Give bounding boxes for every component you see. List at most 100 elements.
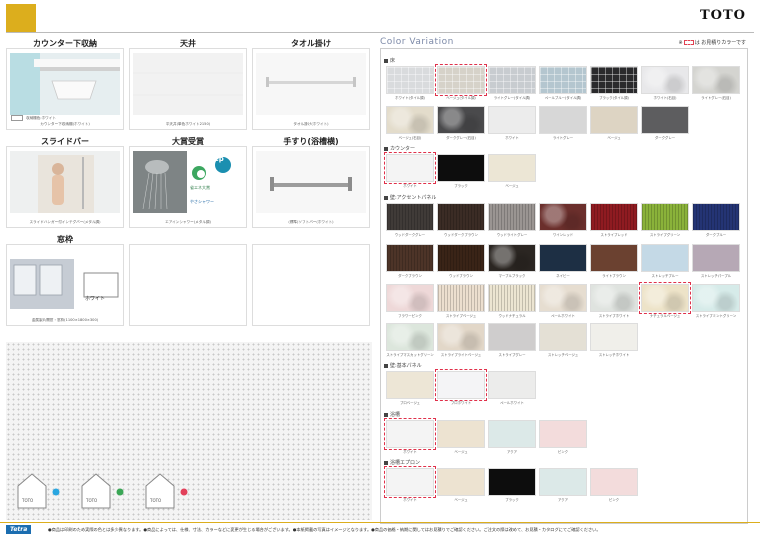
color-swatch[interactable]: ライトグレー(タイル調)	[488, 66, 536, 100]
product-card-air-in-shower[interactable]: ep 省エネ大賞 やさシャワー エアインシャワー(メタル調)	[129, 146, 247, 228]
color-swatch[interactable]: ホワイト	[384, 418, 436, 454]
color-swatch[interactable]: ウッドブラウン	[437, 244, 485, 278]
color-swatch[interactable]: ホワイト	[488, 106, 536, 140]
swatch-label: ホワイト(タイル調)	[395, 96, 425, 100]
color-swatch[interactable]: ベージュ	[590, 106, 638, 140]
color-swatch[interactable]: ベージュ	[437, 468, 485, 502]
swatch-color-chip	[539, 244, 587, 272]
swatch-color-chip	[590, 106, 638, 134]
product-card-handrail[interactable]: (標準)ソフトバー(ホワイト)	[252, 146, 370, 228]
color-swatch[interactable]: ブラック	[488, 468, 536, 502]
swatch-label: ウッドライトグレー	[496, 233, 528, 237]
estimate-color-note: ※ は お見積りカラーです	[678, 39, 746, 46]
section-title: 壁:アクセントパネル	[384, 194, 436, 201]
color-swatch[interactable]: ベージュ	[437, 420, 485, 454]
swatch-color-chip	[639, 282, 691, 314]
swatch-color-chip	[590, 244, 638, 272]
color-swatch[interactable]: ストレッチパープル	[692, 244, 740, 278]
color-swatch[interactable]: ワインレッド	[539, 203, 587, 237]
color-swatch[interactable]: ホワイト(タイル調)	[386, 66, 434, 100]
color-swatch[interactable]: プロホワイト	[435, 369, 487, 405]
swatch-color-chip	[539, 106, 587, 134]
color-swatch[interactable]: ベージュ(石目)	[386, 106, 434, 140]
color-swatch[interactable]: アクア	[488, 420, 536, 454]
swatch-color-chip	[590, 203, 638, 231]
color-swatch[interactable]: ウッドダークグレー	[386, 203, 434, 237]
color-swatch[interactable]: ホワイト	[384, 466, 436, 502]
product-card-towel-bar[interactable]: タオル掛け(ホワイト)	[252, 48, 370, 130]
color-swatch[interactable]: ペールホワイト	[488, 371, 536, 405]
color-swatch[interactable]: ライトグレー	[539, 106, 587, 140]
color-swatch[interactable]: ペールホワイト	[539, 284, 587, 318]
color-variation-title: Color Variation	[380, 37, 454, 47]
color-swatch[interactable]: ピンク	[539, 420, 587, 454]
color-swatch[interactable]: ストライプグレー	[488, 323, 536, 357]
color-swatch[interactable]: ナチュラルベージュ	[639, 282, 691, 318]
swatch-color-chip	[590, 468, 638, 496]
swatch-color-chip	[437, 154, 485, 182]
color-swatch[interactable]: ストライプベージュ	[437, 284, 485, 318]
handrail-photo	[256, 151, 366, 213]
swatch-color-chip	[437, 203, 485, 231]
product-card-window-frame[interactable]: ホワイト 金属製片開窓・窓枠(1100×1800×300)	[6, 244, 124, 326]
color-swatch[interactable]: ブラック	[437, 154, 485, 188]
color-swatch[interactable]: ベージュ(タイル調)	[435, 64, 487, 100]
color-swatch[interactable]: ストライプホワイト	[590, 284, 638, 318]
swatch-label: ダークグレー(石目)	[446, 136, 476, 140]
swatch-label: ダークブラウン	[398, 274, 422, 278]
product-caption-window-frame: 金属製片開窓・窓枠(1100×1800×300)	[31, 318, 99, 322]
product-card-slide-bar[interactable]: スライドハンガー付インテグバー(メタル調)	[6, 146, 124, 228]
swatch-color-chip	[386, 66, 434, 94]
color-swatch[interactable]: ストライプライトベージュ	[437, 323, 485, 357]
empty-product-card-2	[252, 244, 370, 326]
swatch-color-chip	[539, 468, 587, 496]
swatch-color-chip	[386, 371, 434, 399]
color-swatch[interactable]: ウッドナチュラル	[488, 284, 536, 318]
section-title: 浴槽	[384, 411, 400, 418]
color-swatch[interactable]: ストレッチベージュ	[539, 323, 587, 357]
swatch-color-chip	[641, 203, 689, 231]
product-card-counter-storage[interactable]: 収納棚色:ホワイト カウンター下収納棚(ホワイト)	[6, 48, 124, 130]
color-swatch[interactable]: ウッドライトグレー	[488, 203, 536, 237]
house-badge-icon: TOTO	[144, 470, 192, 510]
color-swatch[interactable]: プロベージュ	[386, 371, 434, 405]
section-title: 壁:基本パネル	[384, 362, 422, 369]
color-swatch[interactable]: ダークグレー(石目)	[437, 106, 485, 140]
color-swatch[interactable]: ダークブラウン	[386, 244, 434, 278]
swatch-color-chip	[386, 284, 434, 312]
color-swatch[interactable]: アクア	[539, 468, 587, 502]
award-badge-word: ep	[214, 155, 224, 163]
estimate-note-prefix: ※	[678, 40, 683, 46]
swatch-color-chip	[386, 323, 434, 351]
color-swatch[interactable]: ホワイト	[384, 152, 436, 188]
color-swatch[interactable]: ストレッチホワイト	[590, 323, 638, 357]
color-swatch[interactable]: ウッドダークブラウン	[437, 203, 485, 237]
color-swatch[interactable]: ストライプレッド	[590, 203, 638, 237]
color-swatch[interactable]: ネイビー	[539, 244, 587, 278]
swatch-color-chip	[488, 420, 536, 448]
color-swatch[interactable]: ストライプグリーン	[641, 203, 689, 237]
color-swatch[interactable]: ライトグレー(石目)	[692, 66, 740, 100]
color-swatch[interactable]: ブラック(タイル調)	[590, 66, 638, 100]
color-swatch[interactable]: ストライプミントグリーン	[692, 284, 740, 318]
color-swatch[interactable]: ピンク	[590, 468, 638, 502]
color-swatch[interactable]: ライトブラウン	[590, 244, 638, 278]
color-swatch[interactable]: ペールブルー(タイル調)	[539, 66, 587, 100]
product-card-ceiling[interactable]: 平天井(単色ホワイト2150)	[129, 48, 247, 130]
color-swatch[interactable]: ベージュ	[488, 154, 536, 188]
color-swatch[interactable]: ストライプマスカットグリーン	[386, 323, 434, 357]
swatch-color-chip	[590, 323, 638, 351]
swatch-color-chip	[539, 284, 587, 312]
color-swatch[interactable]: マーブルブラック	[488, 244, 536, 278]
color-swatch[interactable]: ダークグレー	[641, 106, 689, 140]
swatch-label: ベージュ	[454, 450, 468, 454]
color-swatch[interactable]: ストレッチブルー	[641, 244, 689, 278]
color-swatch[interactable]: フラワーピンク	[386, 284, 434, 318]
swatch-label: ブラック(タイル調)	[599, 96, 629, 100]
swatch-color-chip	[488, 66, 536, 94]
swatch-label: ホワイト	[403, 498, 417, 502]
swatch-label: ホワイト(石目)	[653, 96, 677, 100]
swatch-color-chip	[539, 420, 587, 448]
color-swatch[interactable]: ホワイト(石目)	[641, 66, 689, 100]
color-swatch[interactable]: ダークブルー	[692, 203, 740, 237]
